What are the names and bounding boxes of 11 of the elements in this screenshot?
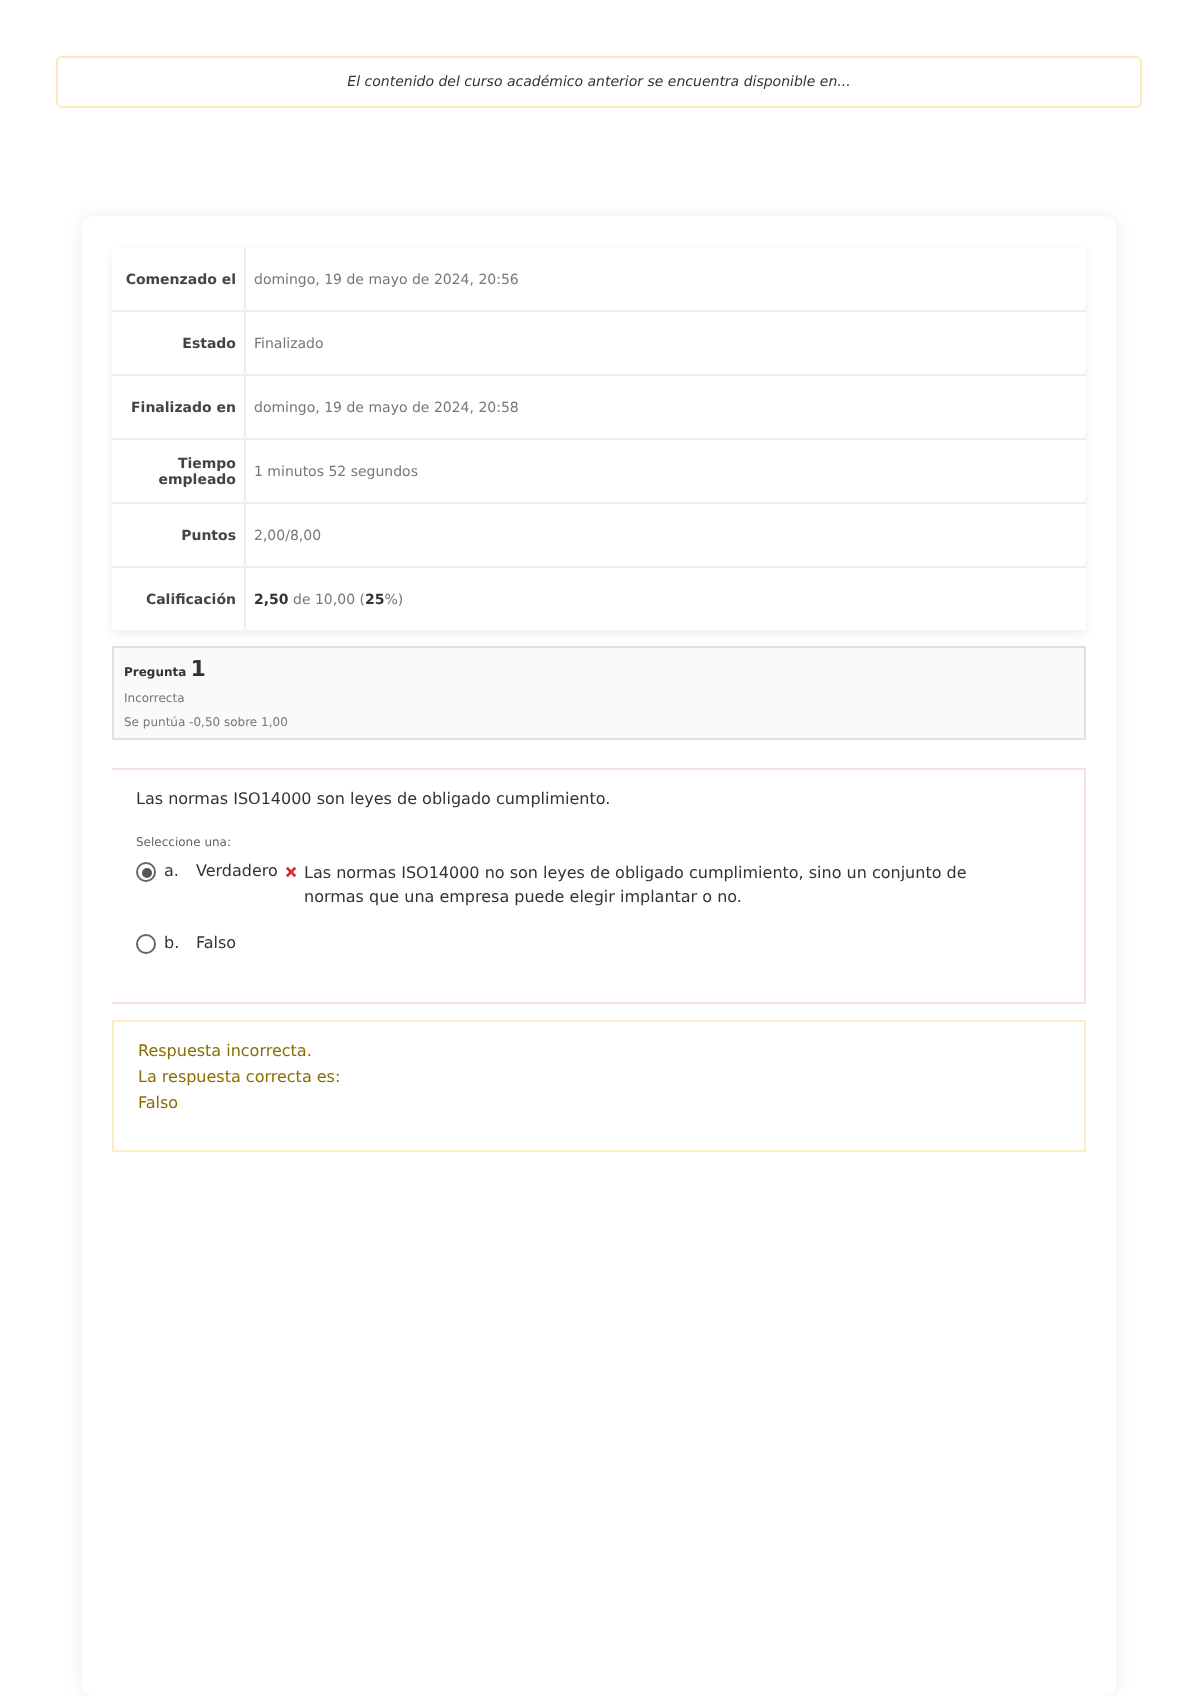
option-label[interactable]: Falso	[196, 934, 237, 952]
radio-button[interactable]	[136, 862, 156, 882]
option-feedback: Las normas ISO14000 no son leyes de obligado cumplimiento, sino un conjunto de normas que una empresa puede elegir implantar o no.	[304, 862, 969, 910]
question-text: Las normas ISO14000 son leyes de obligado cumplimiento.	[136, 790, 613, 808]
correct-answer-label: La respuesta correcta es:	[138, 1068, 343, 1086]
option-letter: b.	[164, 934, 182, 952]
radio-button[interactable]	[136, 934, 156, 954]
option-letter: a.	[164, 862, 181, 880]
feedback-verdict: Respuesta incorrecta.	[138, 1042, 314, 1060]
option-label[interactable]: Verdadero	[196, 862, 278, 880]
correct-answer-value: Falso	[138, 1094, 181, 1112]
